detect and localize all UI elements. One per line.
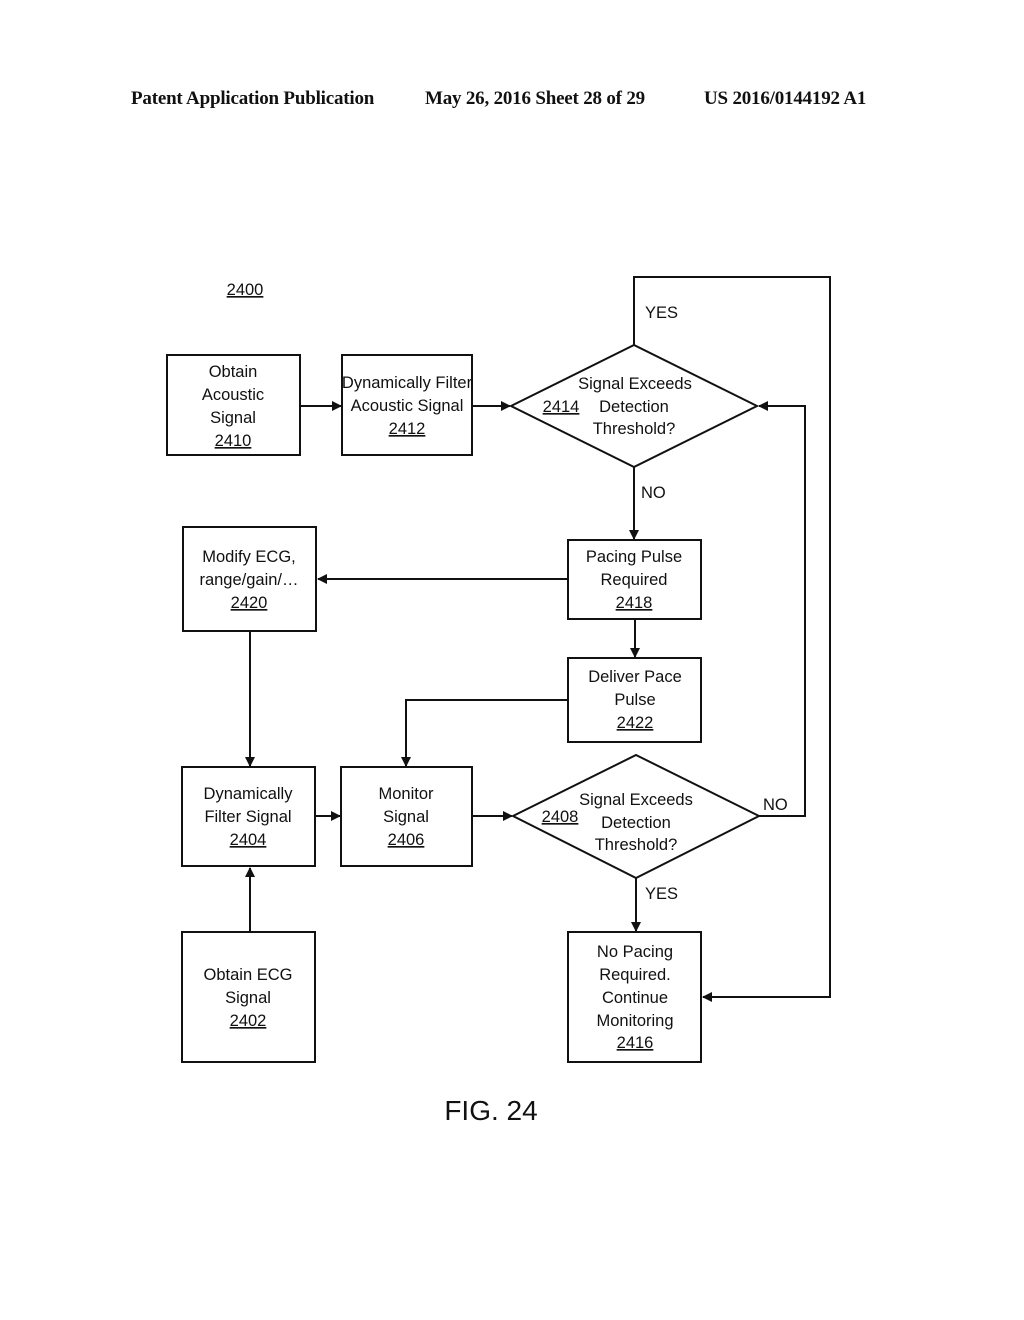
node-2414-line-1: Signal Exceeds xyxy=(578,375,692,393)
node-2420-line-1: Modify ECG, xyxy=(202,548,296,566)
node-2408-line-3: Threshold? xyxy=(595,836,678,854)
edge-label-2408-yes: YES xyxy=(645,885,678,903)
arrow-2408-no-to-2414 xyxy=(758,401,806,817)
node-2410-line-1: Obtain xyxy=(209,363,258,381)
node-2414-line-3: Threshold? xyxy=(593,420,676,438)
node-2422-line-1: Deliver Pace xyxy=(588,668,682,686)
node-2404-line-1: Dynamically xyxy=(204,785,294,803)
node-2402-ref: 2402 xyxy=(230,1012,267,1030)
node-2414-ref: 2414 xyxy=(543,398,580,416)
node-2418-line-1: Pacing Pulse xyxy=(586,548,682,566)
node-2408-line-1: Signal Exceeds xyxy=(579,791,693,809)
node-2420-ref: 2420 xyxy=(231,594,268,612)
node-2416-line-4: Monitoring xyxy=(596,1012,673,1030)
node-2410-line-3: Signal xyxy=(210,409,256,427)
node-2406-ref: 2406 xyxy=(388,831,425,849)
node-2416-ref: 2416 xyxy=(617,1034,654,1052)
node-2408-ref: 2408 xyxy=(542,808,579,826)
edge-label-2414-yes: YES xyxy=(645,304,678,322)
node-2422-line-2: Pulse xyxy=(614,691,655,709)
node-2422-ref: 2422 xyxy=(617,714,654,732)
node-2416-line-1: No Pacing xyxy=(597,943,673,961)
arrow-2422-to-2406 xyxy=(401,699,568,767)
node-2418-ref: 2418 xyxy=(616,594,653,612)
figure-caption: FIG. 24 xyxy=(444,1095,537,1126)
node-2412-line-1: Dynamically Filter xyxy=(342,374,473,392)
node-2406-line-1: Monitor xyxy=(378,785,434,803)
node-2414-line-2: Detection xyxy=(599,398,669,416)
edge-label-2414-no: NO xyxy=(641,484,666,502)
edge-label-2408-no: NO xyxy=(763,796,788,814)
node-2416-line-3: Continue xyxy=(602,989,668,1007)
node-2416-line-2: Required. xyxy=(599,966,671,984)
node-2418-line-2: Required xyxy=(601,571,668,589)
node-2412-ref: 2412 xyxy=(389,420,426,438)
node-2404-line-2: Filter Signal xyxy=(204,808,291,826)
node-2412-line-2: Acoustic Signal xyxy=(351,397,464,415)
node-2420-line-2: range/gain/… xyxy=(199,571,298,589)
node-2410-ref: 2410 xyxy=(215,432,252,450)
node-2406-line-2: Signal xyxy=(383,808,429,826)
node-2402-line-1: Obtain ECG xyxy=(204,966,293,984)
figure-ref: 2400 xyxy=(227,281,264,299)
flowchart: 2400 Obtain Acoustic Signal 2410 Dynamic… xyxy=(166,276,831,1126)
node-2410-line-2: Acoustic xyxy=(202,386,264,404)
node-2408-line-2: Detection xyxy=(601,814,671,832)
node-2404-ref: 2404 xyxy=(230,831,267,849)
node-2402-line-2: Signal xyxy=(225,989,271,1007)
